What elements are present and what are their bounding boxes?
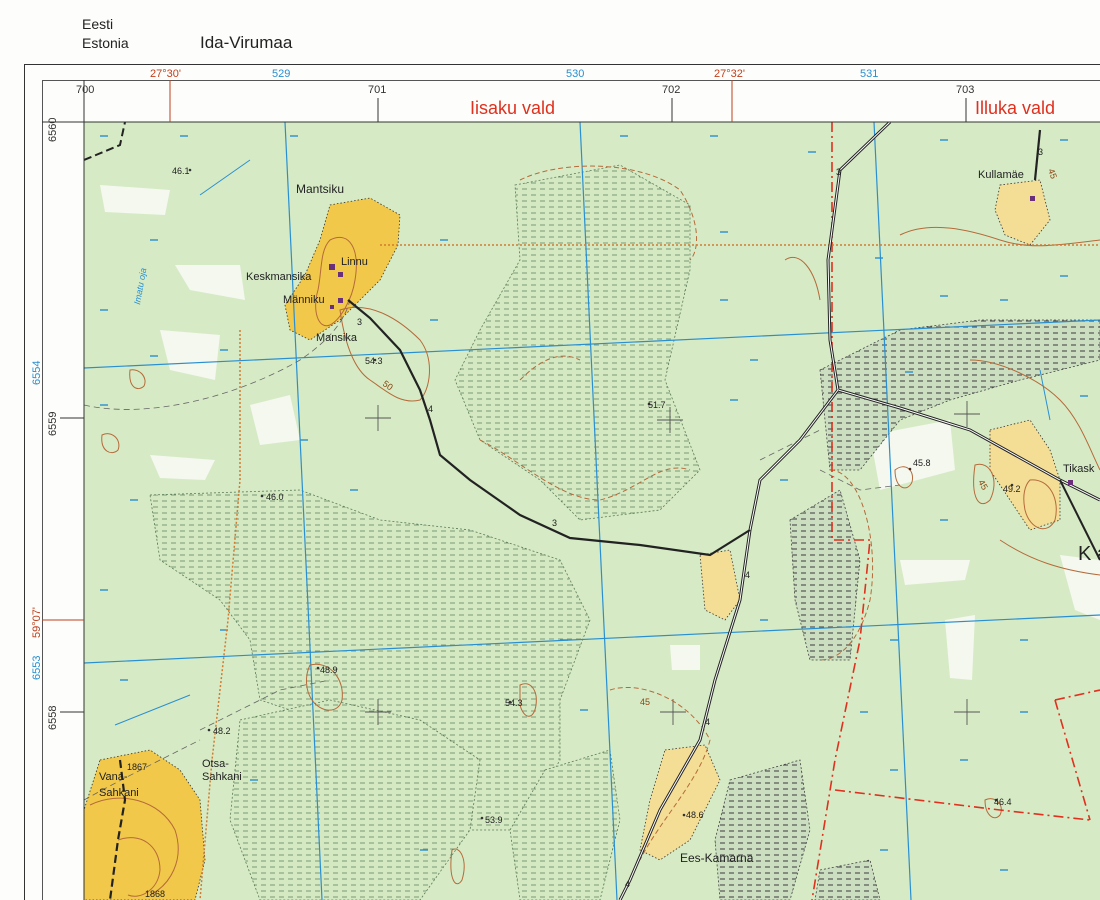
road-number: 3 (552, 518, 557, 528)
place-label-manniku: Männiku (283, 294, 325, 306)
grid-label-top: 703 (956, 84, 974, 96)
grid-label-top: 700 (76, 84, 94, 96)
grid-label-left: 6559 (47, 412, 59, 436)
longitude-label-top: 27°30' (150, 68, 181, 80)
place-label-kullamae: Kullamäe (978, 169, 1024, 181)
left-ticks (60, 121, 84, 713)
elevation-label: 1868 (145, 889, 165, 899)
place-label-ka: K a (1078, 543, 1100, 565)
elevation-label: 48.9 (320, 665, 338, 675)
elevation-label: 48.6 (686, 810, 704, 820)
contour-value: 45 (640, 697, 650, 707)
road-number: 4 (705, 717, 710, 727)
place-label-vana-sahkani-2: Sahkani (99, 787, 139, 799)
grid-label-left: 6560 (47, 118, 59, 142)
place-label-vana-sahkani: Vana- (99, 771, 128, 783)
road-number: 4 (625, 879, 630, 889)
utm-label-top: 529 (272, 68, 290, 80)
road-number: 4 (428, 404, 433, 414)
municipality-label-illuka-top: Illuka vald (975, 98, 1055, 118)
grid-label-left: 6558 (47, 706, 59, 730)
elevation-label: 54.3 (365, 356, 383, 366)
municipality-label-iisaku-top: Iisaku vald (470, 98, 555, 118)
topographic-map[interactable]: Mantsiku Linnu Keskmansika Männiku Mansi… (0, 0, 1100, 900)
open-area (100, 185, 170, 215)
place-label-otsa-sahkani: Otsa- (202, 758, 229, 770)
municipality-labels: Iisaku vald Illuka vald (470, 98, 1055, 118)
elevation-label: 48.2 (213, 726, 231, 736)
elevation-label: 45.8 (913, 458, 931, 468)
map-body: Mantsiku Linnu Keskmansika Männiku Mansi… (84, 122, 1100, 900)
road-number: 3 (1038, 147, 1043, 157)
utm-label-left: 6553 (31, 656, 43, 680)
place-label-linnu: Linnu (341, 256, 368, 268)
elevation-label: 51.7 (648, 400, 666, 410)
elevation-label: 53.9 (485, 815, 503, 825)
elevation-label: 1867 (127, 762, 147, 772)
elevation-label: 46.0 (266, 492, 284, 502)
elevation-label: 49.2 (1003, 484, 1021, 494)
elevation-label: 46.1 (172, 166, 190, 176)
place-label-mantsiku: Mantsiku (296, 182, 344, 196)
open-area (670, 645, 700, 670)
utm-label-left: 6554 (31, 361, 43, 385)
elevation-label: 46.4 (994, 797, 1012, 807)
place-label-ees-kamarna: Ees-Kamarna (680, 851, 754, 865)
top-frame-labels: 700 701 702 703 529 530 531 27°30' 27°32… (76, 68, 974, 96)
grid-label-top: 701 (368, 84, 386, 96)
longitude-label-top: 27°32' (714, 68, 745, 80)
latitude-label-left: 59°07' (31, 607, 43, 638)
utm-label-top: 531 (860, 68, 878, 80)
left-frame-labels: 6560 6559 6558 6554 6553 59°07' (31, 118, 59, 730)
road-number: 3 (836, 167, 841, 177)
place-label-otsa-sahkani-2: Sahkani (202, 771, 242, 783)
road-number: 3 (357, 317, 362, 327)
place-label-mansika: Mansika (316, 332, 358, 344)
place-label-keskmansika: Keskmansika (246, 271, 312, 283)
utm-label-top: 530 (566, 68, 584, 80)
road-number: 4 (745, 570, 750, 580)
open-area (945, 615, 975, 680)
grid-label-top: 702 (662, 84, 680, 96)
longitude-ticks (169, 80, 733, 122)
place-label-tikask: Tikask (1063, 463, 1095, 475)
elevation-label: 54.3 (505, 698, 523, 708)
